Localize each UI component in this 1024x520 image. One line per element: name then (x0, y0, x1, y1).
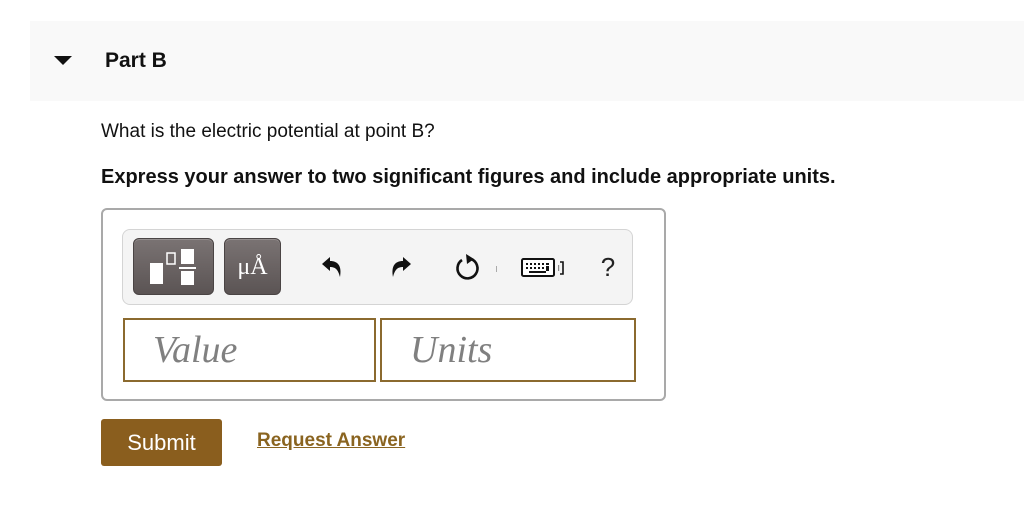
submit-button[interactable]: Submit (101, 419, 222, 466)
redo-icon (392, 257, 411, 277)
units-button[interactable]: μÅ (224, 238, 281, 295)
part-title: Part B (105, 49, 167, 72)
help-button[interactable]: ? (593, 252, 623, 282)
request-answer-link[interactable]: Request Answer (257, 430, 405, 452)
redo-button[interactable] (385, 252, 415, 282)
templates-button[interactable] (133, 238, 214, 295)
units-input[interactable] (380, 318, 636, 382)
question-text: What is the electric potential at point … (101, 121, 435, 142)
math-toolbar: μÅ ? (122, 229, 633, 305)
units-icon: μÅ (237, 254, 268, 280)
answer-box: μÅ ? Value Units (101, 208, 666, 401)
undo-button[interactable] (318, 252, 348, 282)
toolbar-separator (496, 266, 497, 272)
caret-down-icon[interactable] (54, 56, 72, 65)
help-icon: ? (600, 251, 616, 282)
reset-button[interactable] (453, 252, 483, 282)
part-header[interactable]: Part B (30, 21, 1024, 101)
instruction-text: Express your answer to two significant f… (101, 166, 836, 188)
reset-icon (456, 254, 479, 280)
value-input[interactable] (123, 318, 376, 382)
keyboard-icon (521, 258, 564, 277)
keyboard-button[interactable] (521, 252, 569, 282)
undo-icon (322, 257, 341, 277)
templates-icon (149, 248, 196, 285)
